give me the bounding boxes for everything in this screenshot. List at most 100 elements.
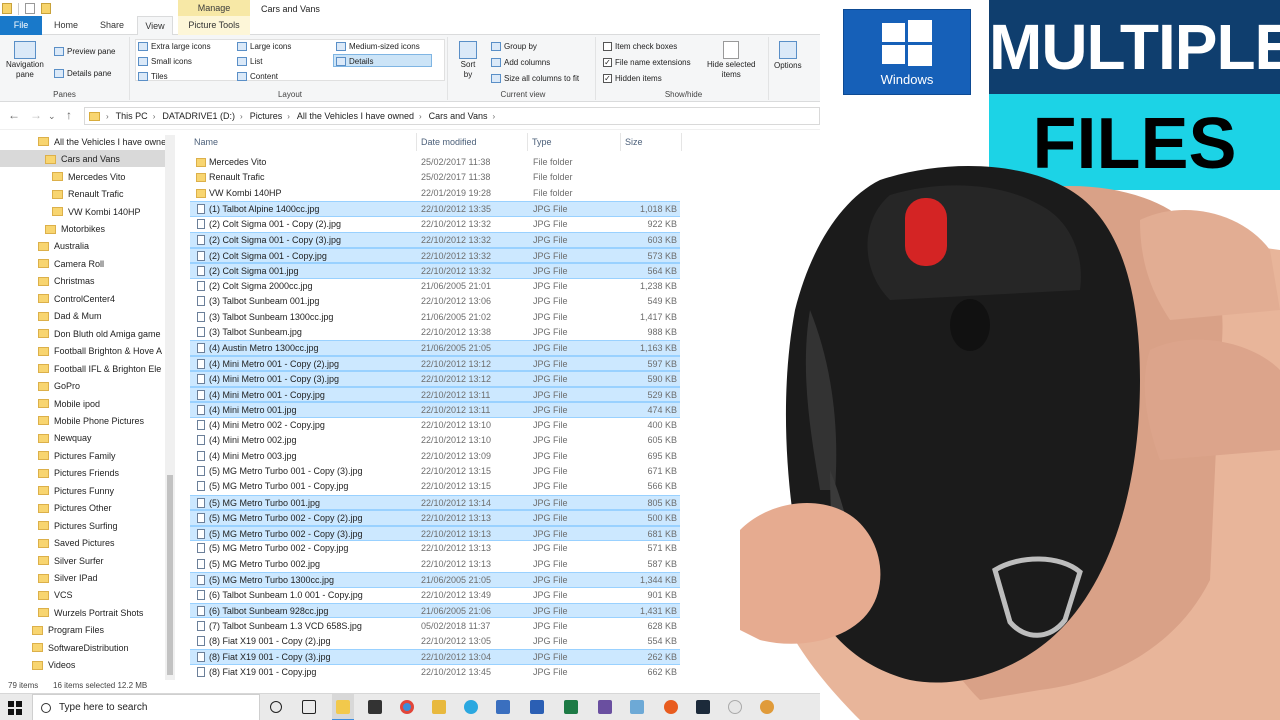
- nav-item[interactable]: Videos: [32, 657, 75, 675]
- size-all-columns-button[interactable]: Size all columns to fit: [491, 74, 579, 83]
- notes-icon[interactable]: [630, 700, 644, 714]
- file-row[interactable]: (4) Mini Metro 002 - Copy.jpg 22/10/2012 …: [190, 418, 680, 433]
- hide-selected-items-button[interactable]: Hide selected items: [707, 41, 755, 79]
- nav-item[interactable]: Pictures Funny: [38, 482, 114, 500]
- file-row[interactable]: (5) MG Metro Turbo 001 - Copy.jpg 22/10/2…: [190, 479, 680, 494]
- item-check-boxes-toggle[interactable]: Item check boxes: [603, 42, 677, 51]
- nav-item[interactable]: Don Bluth old Amiga game: [38, 325, 161, 343]
- address-bar[interactable]: › This PC › DATADRIVE1 (D:) › Pictures ›…: [84, 107, 820, 125]
- nav-scrollbar[interactable]: [165, 135, 175, 680]
- nav-item[interactable]: VCS: [38, 587, 73, 605]
- nav-item[interactable]: Cars and Vans: [45, 150, 120, 168]
- column-header-size[interactable]: Size: [621, 133, 682, 151]
- nav-item[interactable]: All the Vehicles I have owne: [38, 133, 166, 151]
- forward-arrow-icon[interactable]: →: [30, 108, 42, 122]
- folder-row[interactable]: Renault Trafic 25/02/2017 11:38 File folde…: [190, 170, 680, 185]
- layout-extra-large-icons[interactable]: Extra large icons: [138, 42, 211, 51]
- nav-item[interactable]: Mobile Phone Pictures: [38, 412, 144, 430]
- details-pane-button[interactable]: Details pane: [54, 69, 111, 78]
- nav-item[interactable]: Football Brighton & Hove A: [38, 342, 162, 360]
- taskbar-search-box[interactable]: Type here to search: [32, 694, 260, 720]
- tab-share[interactable]: Share: [92, 16, 132, 35]
- file-row[interactable]: (8) Fiat X19 001 - Copy (2).jpg 22/10/201…: [190, 634, 680, 649]
- navigation-pane-button[interactable]: Navigation pane: [6, 41, 44, 79]
- group-by-button[interactable]: Group by: [491, 42, 537, 51]
- file-row[interactable]: (2) Colt Sigma 001.jpg 22/10/2012 13:32 JP…: [190, 263, 680, 279]
- file-row[interactable]: (4) Mini Metro 002.jpg 22/10/2012 13:10 JP…: [190, 433, 680, 448]
- properties-icon[interactable]: [25, 3, 35, 14]
- breadcrumb-this-pc[interactable]: This PC: [116, 111, 148, 121]
- task-view-icon[interactable]: [302, 700, 316, 714]
- tab-file[interactable]: File: [0, 16, 42, 35]
- layout-large-icons[interactable]: Large icons: [237, 42, 291, 51]
- nav-item[interactable]: Wurzels Portrait Shots: [38, 604, 143, 622]
- hidden-items-toggle[interactable]: ✓ Hidden items: [603, 74, 662, 83]
- file-row[interactable]: (5) MG Metro Turbo 002 - Copy.jpg 22/10/2…: [190, 541, 680, 556]
- file-row[interactable]: (2) Colt Sigma 001 - Copy.jpg 22/10/2012 …: [190, 247, 680, 264]
- file-row[interactable]: (4) Mini Metro 001 - Copy.jpg 22/10/2012 …: [190, 386, 680, 403]
- layout-content[interactable]: Content: [237, 72, 278, 81]
- nav-item[interactable]: Australia: [38, 238, 89, 256]
- nav-scrollbar-thumb[interactable]: [167, 475, 173, 675]
- file-row[interactable]: (5) MG Metro Turbo 1300cc.jpg 21/06/2005 …: [190, 572, 680, 588]
- layout-medium-icons[interactable]: Medium-sized icons: [336, 42, 420, 51]
- chrome-icon[interactable]: [400, 700, 414, 714]
- column-header-name[interactable]: Name: [190, 133, 417, 151]
- file-row[interactable]: (7) Talbot Sunbeam 1.3 VCD 658S.jpg 05/02…: [190, 619, 680, 634]
- file-row[interactable]: (2) Colt Sigma 001 - Copy (2).jpg 22/10/2…: [190, 217, 680, 232]
- tab-home[interactable]: Home: [48, 16, 84, 35]
- nav-item[interactable]: ControlCenter4: [38, 290, 115, 308]
- nav-item[interactable]: Motorbikes: [45, 220, 105, 238]
- nav-item[interactable]: Camera Roll: [38, 255, 104, 273]
- nav-item[interactable]: GoPro: [38, 377, 80, 395]
- media-app-icon[interactable]: [664, 700, 678, 714]
- file-row[interactable]: (3) Talbot Sunbeam 001.jpg 22/10/2012 13:…: [190, 294, 680, 309]
- breadcrumb-separator-icon[interactable]: ›: [106, 112, 109, 121]
- file-row[interactable]: (4) Austin Metro 1300cc.jpg 21/06/2005 21…: [190, 340, 680, 356]
- nav-item[interactable]: Mercedes Vito: [52, 168, 125, 186]
- word-icon[interactable]: [530, 700, 544, 714]
- nav-item[interactable]: Christmas: [38, 273, 95, 291]
- breadcrumb-separator-icon[interactable]: ›: [287, 112, 290, 121]
- nav-item[interactable]: Mobile ipod: [38, 395, 100, 413]
- nav-item[interactable]: Saved Pictures: [38, 534, 115, 552]
- up-arrow-icon[interactable]: ↑: [66, 108, 72, 122]
- nav-item[interactable]: Silver Surfer: [38, 552, 104, 570]
- nav-item[interactable]: SoftwareDistribution: [32, 639, 129, 657]
- file-row[interactable]: (5) MG Metro Turbo 001 - Copy (3).jpg 22/…: [190, 464, 680, 479]
- file-row[interactable]: (6) Talbot Sunbeam 1.0 001 - Copy.jpg 22/…: [190, 588, 680, 603]
- add-columns-button[interactable]: Add columns: [491, 58, 550, 67]
- file-row[interactable]: (1) Talbot Alpine 1400cc.jpg 22/10/2012 1…: [190, 201, 680, 217]
- file-row[interactable]: (2) Colt Sigma 2000cc.jpg 21/06/2005 21:0…: [190, 279, 680, 294]
- file-row[interactable]: (4) Mini Metro 001 - Copy (2).jpg 22/10/2…: [190, 355, 680, 372]
- file-row[interactable]: (2) Colt Sigma 001 - Copy (3).jpg 22/10/2…: [190, 232, 680, 248]
- breadcrumb-separator-icon[interactable]: ›: [153, 112, 156, 121]
- back-arrow-icon[interactable]: ←: [8, 108, 20, 122]
- tab-manage[interactable]: Manage: [178, 0, 250, 16]
- file-row[interactable]: (3) Talbot Sunbeam.jpg 22/10/2012 13:38 JP…: [190, 325, 680, 340]
- tab-picture-tools[interactable]: Picture Tools: [178, 16, 250, 35]
- nav-item[interactable]: Pictures Other: [38, 499, 112, 517]
- edge-icon[interactable]: [464, 700, 478, 714]
- nav-item[interactable]: Program Files: [32, 622, 104, 640]
- layout-small-icons[interactable]: Small icons: [138, 57, 192, 66]
- sketch-app-icon[interactable]: [432, 700, 446, 714]
- file-row[interactable]: (4) Mini Metro 001 - Copy (3).jpg 22/10/2…: [190, 371, 680, 387]
- breadcrumb-separator-icon[interactable]: ›: [419, 112, 422, 121]
- column-header-type[interactable]: Type: [528, 133, 621, 151]
- store-icon[interactable]: [368, 700, 382, 714]
- nav-item[interactable]: Pictures Surfing: [38, 517, 118, 535]
- breadcrumb-separator-icon[interactable]: ›: [240, 112, 243, 121]
- breadcrumb-cars-and-vans[interactable]: Cars and Vans: [429, 111, 488, 121]
- calculator-icon[interactable]: [496, 700, 510, 714]
- nav-item[interactable]: Pictures Friends: [38, 465, 119, 483]
- excel-icon[interactable]: [564, 700, 578, 714]
- windows-start-icon[interactable]: [8, 701, 22, 715]
- layout-tiles[interactable]: Tiles: [138, 72, 168, 81]
- recent-locations-chevron-icon[interactable]: ⌄: [48, 111, 56, 122]
- cortana-icon[interactable]: [270, 701, 282, 713]
- breadcrumb-vehicles[interactable]: All the Vehicles I have owned: [297, 111, 414, 121]
- breadcrumb-drive[interactable]: DATADRIVE1 (D:): [162, 111, 235, 121]
- preview-pane-button[interactable]: Preview pane: [54, 47, 115, 56]
- video-editor-icon[interactable]: [696, 700, 710, 714]
